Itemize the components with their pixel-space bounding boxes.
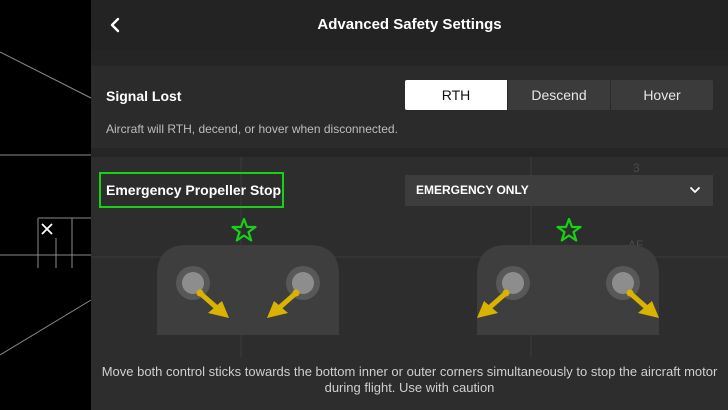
signal-lost-segmented-control: RTH Descend Hover	[405, 80, 713, 110]
option-hover[interactable]: Hover	[610, 80, 713, 110]
map-label: 3	[633, 161, 640, 175]
signal-lost-description: Aircraft will RTH, decend, or hover when…	[106, 122, 398, 136]
emergency-stop-section: 3 14 AF Emergency Propeller Stop EMERGEN…	[91, 157, 728, 410]
star-icon	[556, 217, 582, 242]
star-icon	[231, 217, 257, 242]
remote-controller-outer-diagram	[477, 245, 659, 335]
page-title: Advanced Safety Settings	[317, 16, 502, 33]
header-bar: Advanced Safety Settings	[91, 0, 728, 50]
emergency-stop-instructions: Move both control sticks towards the bot…	[101, 364, 718, 395]
emergency-stop-label: Emergency Propeller Stop	[106, 182, 282, 198]
signal-lost-label: Signal Lost	[106, 88, 182, 104]
signal-lost-section: Signal Lost RTH Descend Hover Aircraft w…	[91, 66, 728, 148]
chevron-down-icon	[690, 187, 700, 193]
dropdown-value: EMERGENCY ONLY	[416, 183, 529, 197]
option-rth[interactable]: RTH	[405, 80, 507, 110]
remote-controller-inner-diagram	[157, 245, 339, 335]
option-descend[interactable]: Descend	[507, 80, 610, 110]
close-icon[interactable]	[40, 222, 54, 236]
settings-panel: Advanced Safety Settings Signal Lost RTH…	[91, 0, 728, 410]
emergency-stop-dropdown[interactable]: EMERGENCY ONLY	[405, 175, 713, 206]
